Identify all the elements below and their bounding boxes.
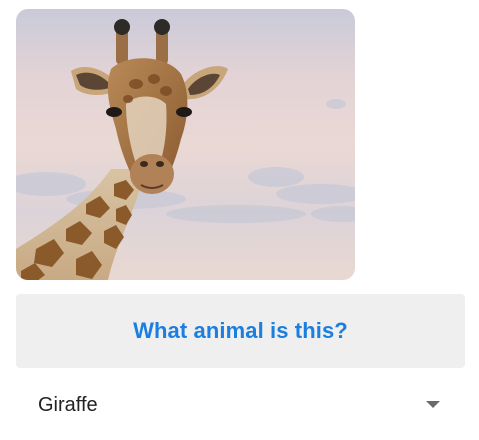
animal-dropdown-value: Giraffe [38, 394, 98, 416]
caret-down-icon [426, 401, 440, 408]
what-animal-button-label: What animal is this? [133, 318, 348, 343]
animal-dropdown[interactable]: Giraffe [16, 382, 465, 430]
quiz-screen: What animal is this? Giraffe [0, 0, 479, 440]
giraffe-photo [16, 9, 355, 280]
what-animal-button[interactable]: What animal is this? [16, 294, 465, 368]
